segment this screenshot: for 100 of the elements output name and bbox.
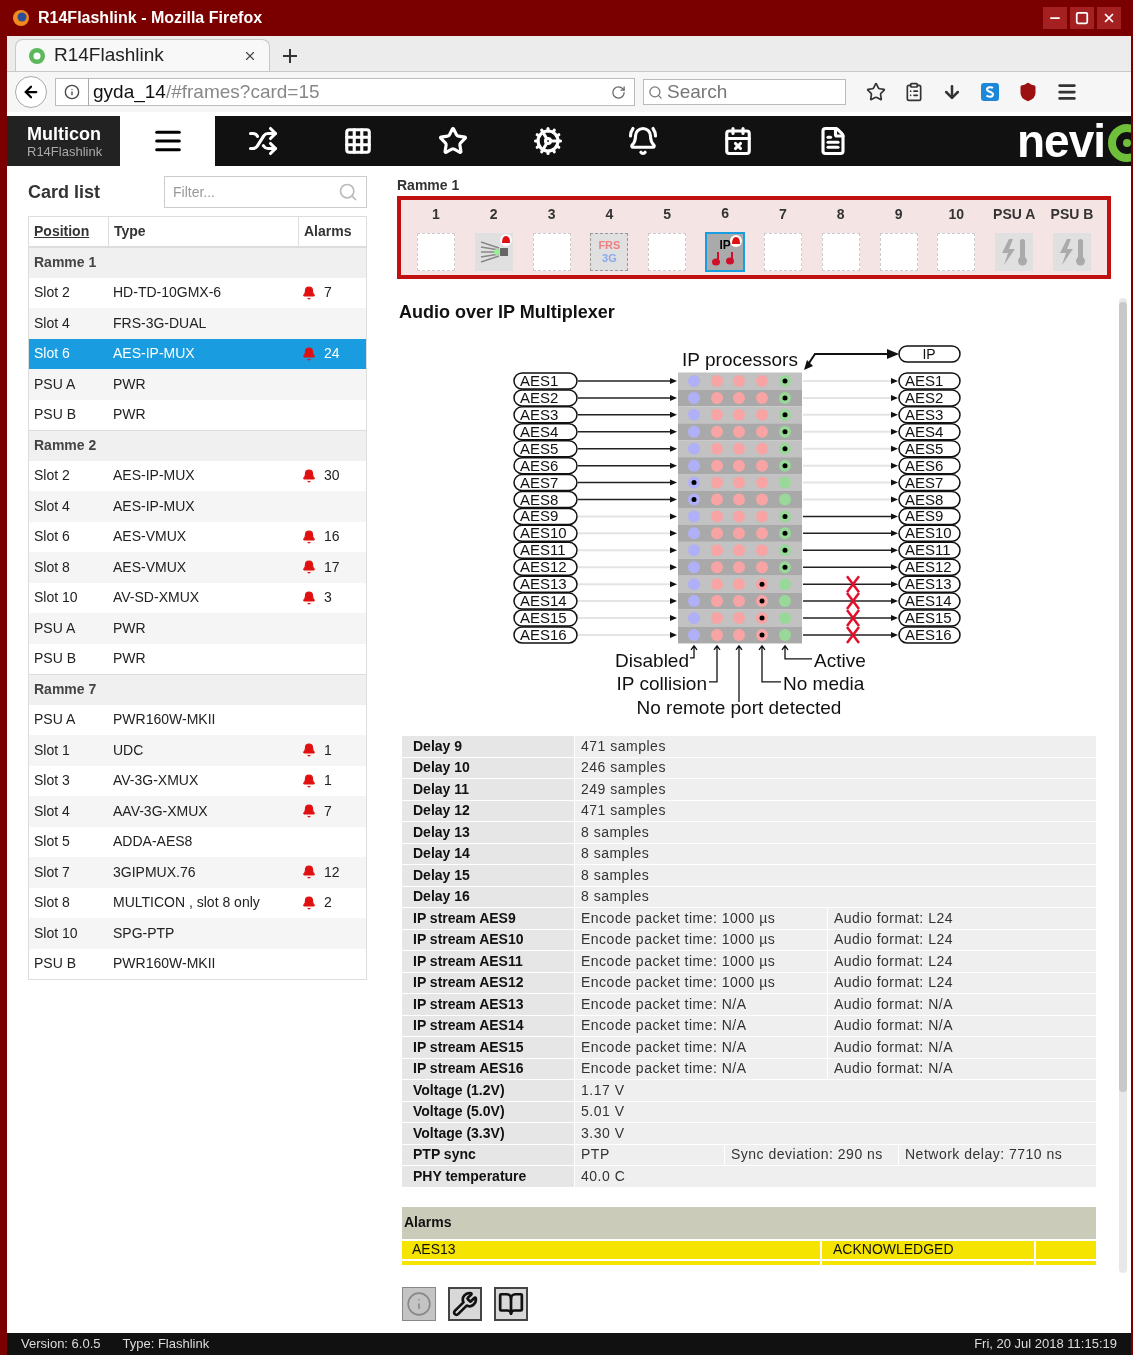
- alarm-bell-icon: [302, 804, 316, 819]
- status-dot: [711, 628, 723, 641]
- search-field[interactable]: Search: [643, 79, 846, 105]
- position-text: Slot 4: [33, 801, 71, 821]
- window-title: R14Flashlink - Mozilla Firefox: [38, 8, 263, 28]
- back-button[interactable]: [15, 76, 47, 108]
- card-slot[interactable]: [474, 233, 513, 271]
- type-text: FRS-3G-DUAL: [112, 313, 208, 333]
- column-header[interactable]: Position: [29, 221, 108, 242]
- card-slot[interactable]: IP: [705, 232, 746, 272]
- browser-tab[interactable]: R14Flashlink: [15, 39, 270, 71]
- card-list-title: Card list: [28, 180, 101, 204]
- type-text: PWR: [112, 405, 147, 425]
- card-row[interactable]: PSU A PWR: [29, 613, 366, 644]
- filter-field[interactable]: Filter...: [164, 176, 367, 208]
- info-icon: [406, 1290, 432, 1317]
- scrollbar-thumb[interactable]: [1119, 302, 1127, 1092]
- parameter-value: Audio format: L24: [828, 929, 1096, 950]
- reload-icon[interactable]: [611, 84, 626, 100]
- status-dot: [711, 442, 723, 455]
- card-row[interactable]: Slot 1 UDC 1: [29, 735, 366, 766]
- status-dot: [733, 476, 745, 489]
- status-dot: [688, 425, 700, 438]
- status-dot: [711, 578, 723, 591]
- status-dot: [756, 442, 768, 455]
- position-text: PSU A: [33, 710, 77, 730]
- input-label: AES8: [513, 490, 578, 509]
- status-dot: [756, 459, 768, 472]
- alarm-bell-icon: [302, 865, 316, 880]
- parameter-value: 1.17 V: [575, 1080, 1096, 1101]
- type-text: AES-VMUX: [112, 557, 188, 577]
- maximize-button[interactable]: [1070, 7, 1094, 29]
- type-text: Type: Flashlink: [122, 1335, 210, 1354]
- version-text: Version: 6.0.5: [21, 1335, 101, 1354]
- plus-icon: [282, 48, 298, 64]
- tool-button[interactable]: [448, 1286, 482, 1321]
- card-icon-text: 3G: [602, 252, 617, 265]
- output-label: AES15: [898, 609, 961, 627]
- brand-name: Multicon: [27, 123, 100, 144]
- alarm-count: 2: [324, 893, 332, 913]
- parameter-label: IP stream AES12: [402, 972, 574, 993]
- close-button[interactable]: [1097, 7, 1121, 29]
- alarm-bell-icon: [302, 468, 316, 483]
- card-row[interactable]: Slot 7 3GIPMUX.76 12: [29, 857, 366, 888]
- parameter-value: Audio format: L24: [828, 951, 1096, 972]
- minimize-button[interactable]: [1043, 7, 1067, 29]
- card-row[interactable]: Slot 8 AES-VMUX 17: [29, 552, 366, 583]
- info-icon[interactable]: [64, 84, 80, 100]
- filter-input[interactable]: Filter...: [173, 181, 333, 203]
- input-label: AES9: [513, 507, 578, 526]
- status-dot: [711, 459, 723, 472]
- status-dot: [688, 561, 700, 574]
- download-icon[interactable]: [942, 82, 962, 102]
- position-text: PSU A: [33, 374, 77, 394]
- output-label: AES3: [898, 405, 961, 424]
- alarm-count: 17: [324, 557, 340, 577]
- card-row[interactable]: Slot 4 AAV-3G-XMUX 7: [29, 796, 366, 827]
- bell-icon: [627, 126, 658, 156]
- group-row: Ramme 2: [29, 430, 366, 461]
- parameter-value: 8 samples: [575, 822, 1096, 843]
- status-dot: [756, 527, 768, 540]
- output-label: AES8: [898, 490, 961, 509]
- status-dot: [756, 561, 768, 574]
- address-field[interactable]: gyda_14/#frames?card=15: [55, 78, 635, 106]
- status-dot: [733, 375, 745, 387]
- slot-label: 1: [432, 205, 440, 224]
- legend-label: IP collision: [616, 672, 707, 694]
- status-dot: [711, 527, 723, 540]
- card-title: Audio over IP Multiplexer: [399, 301, 616, 324]
- card-row[interactable]: Slot 10 SPG-PTP: [29, 918, 366, 949]
- parameter-value: 471 samples: [575, 736, 1096, 757]
- status-dot: [711, 408, 723, 421]
- card-row[interactable]: Slot 4 FRS-3G-DUAL: [29, 308, 366, 339]
- parameter-label: IP stream AES10: [402, 929, 574, 950]
- status-dot: [688, 459, 700, 472]
- reading-list-icon[interactable]: [904, 82, 924, 102]
- alarm-count: 12: [324, 862, 340, 882]
- output-label: AES13: [898, 575, 961, 593]
- status-dot: [756, 493, 768, 506]
- type-text: AES-IP-MUX: [112, 496, 196, 516]
- scrollbar[interactable]: [1119, 298, 1127, 1273]
- status-dot: [733, 408, 745, 421]
- parameter-value: Encode packet time: N/A: [575, 1058, 827, 1079]
- parameter-label: IP stream AES15: [402, 1037, 574, 1058]
- bookmark-icon[interactable]: [866, 82, 886, 102]
- column-header: Alarms: [298, 217, 366, 246]
- status-dot: [756, 408, 768, 421]
- alarm-bell-icon: [302, 529, 316, 544]
- company-logo: nevi: [1016, 118, 1105, 164]
- input-label: AES16: [513, 625, 578, 644]
- position-text: Slot 2: [33, 466, 71, 486]
- card-row[interactable]: Slot 4 AES-IP-MUX: [29, 491, 366, 522]
- status-dot: [756, 425, 768, 438]
- slot-label: 8: [836, 205, 845, 224]
- search-input[interactable]: Search: [667, 77, 837, 107]
- extension-icon[interactable]: [980, 82, 1000, 102]
- shield-icon[interactable]: [1018, 82, 1038, 102]
- menu-icon[interactable]: [1056, 81, 1078, 103]
- tool-button[interactable]: [494, 1286, 528, 1321]
- card-row[interactable]: PSU A PWR: [29, 369, 366, 400]
